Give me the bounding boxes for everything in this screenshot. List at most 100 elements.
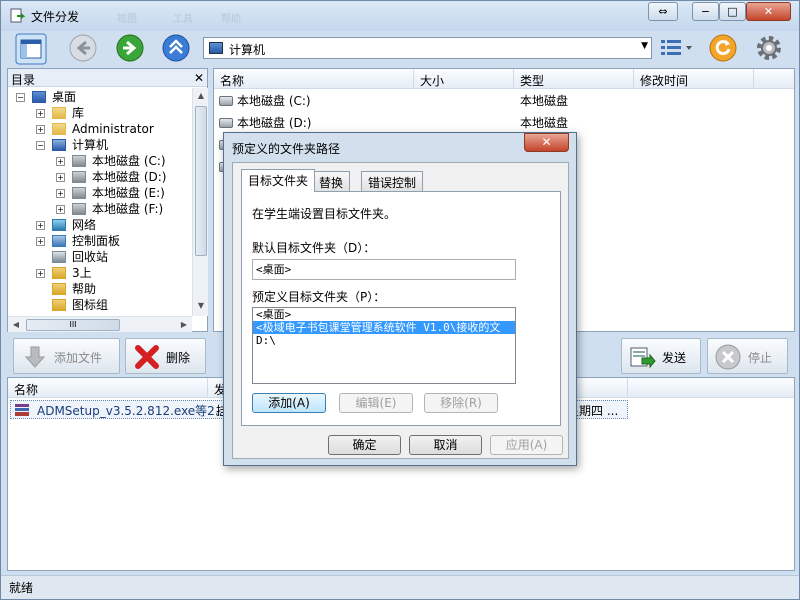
dialog-close-button[interactable]: ✕ [524, 133, 569, 152]
stop-label: 停止 [748, 351, 773, 365]
file-row[interactable]: 本地磁盘 (C:) 本地磁盘 [214, 92, 754, 110]
library-icon [52, 107, 66, 119]
up-level-icon[interactable] [162, 34, 190, 62]
queue-file-name: ADMSetup_v3.5.2.812.exe等2... [37, 404, 227, 418]
send-icon [630, 347, 656, 369]
tree-expander-icon[interactable]: + [36, 237, 45, 246]
tree-expander-icon[interactable]: − [16, 93, 25, 102]
add-file-button[interactable]: 添加文件 [13, 338, 120, 374]
default-folder-field[interactable]: <桌面> [252, 259, 516, 280]
drive-icon [72, 171, 86, 183]
queue-column-name[interactable]: 名称 [8, 378, 208, 398]
stop-button[interactable]: 停止 [707, 338, 788, 374]
folder-icon [52, 299, 66, 311]
predefined-folder-dialog: 预定义的文件夹路径 ✕ 目标文件夹 替换 错误控制 在学生端设置目标文件夹。 默… [223, 132, 577, 466]
chevron-down-icon[interactable]: ▼ [641, 41, 648, 51]
address-bar[interactable]: 计算机 ▼ [203, 37, 652, 59]
file-row[interactable]: 本地磁盘 (D:) 本地磁盘 [214, 114, 754, 132]
ghost-tab-1: 视图 [117, 14, 137, 25]
down-arrow-icon [24, 346, 46, 368]
drive-icon [219, 96, 233, 106]
scroll-left-icon[interactable]: ◀ [8, 317, 24, 333]
directory-title: 目录 [11, 73, 36, 87]
tree-horizontal-scrollbar[interactable]: ◀ III ▶ [8, 316, 192, 332]
refresh-icon[interactable] [709, 34, 737, 62]
queue-column-filler [628, 378, 794, 398]
tree-vertical-scrollbar[interactable]: ▲ ▼ [192, 88, 208, 316]
column-header-modified[interactable]: 修改时间 [634, 69, 754, 89]
column-header-type[interactable]: 类型 [514, 69, 634, 89]
cancel-button[interactable]: 取消 [409, 435, 482, 455]
scroll-thumb[interactable]: III [26, 319, 120, 331]
forward-icon[interactable] [116, 34, 144, 62]
tab-replace[interactable]: 替换 [312, 171, 351, 191]
panel-toggle-icon[interactable] [15, 33, 47, 65]
add-button[interactable]: 添加(A) [252, 393, 326, 413]
tree-item-label: 本地磁盘 (D:) [92, 170, 167, 184]
delete-label: 删除 [166, 351, 191, 365]
scroll-thumb[interactable] [195, 106, 207, 256]
predefined-folder-item[interactable]: <极域电子书包课堂管理系统软件 V1.0\接收的文 [253, 321, 515, 334]
tab-error-control[interactable]: 错误控制 [361, 171, 424, 191]
tree-expander-icon[interactable]: + [56, 157, 65, 166]
archive-icon [15, 404, 29, 416]
tree-item-label: 控制面板 [72, 234, 121, 248]
restore-arrows-button[interactable]: ⇔ [648, 2, 678, 21]
tab-page-target-folder: 在学生端设置目标文件夹。 默认目标文件夹（D）： <桌面> 预定义目标文件夹（P… [241, 191, 561, 426]
tab-target-folder[interactable]: 目标文件夹 [241, 169, 316, 192]
drive-icon [72, 187, 86, 199]
tree-item-label: 回收站 [72, 250, 109, 264]
intro-text: 在学生端设置目标文件夹。 [252, 207, 397, 221]
tree-expander-icon[interactable]: + [36, 109, 45, 118]
file-type: 本地磁盘 [520, 94, 569, 108]
desktop-icon [32, 91, 46, 103]
system-drive-icon [72, 155, 86, 167]
ghost-tab-3: 帮助 [221, 14, 241, 25]
scroll-down-icon[interactable]: ▼ [193, 298, 209, 314]
predefined-folder-item[interactable]: <桌面> [253, 308, 515, 321]
back-icon[interactable] [69, 34, 97, 62]
delete-x-icon [135, 345, 159, 369]
add-file-label: 添加文件 [54, 351, 103, 365]
apply-button[interactable]: 应用(A) [490, 435, 563, 455]
close-icon[interactable]: ✕ [194, 71, 204, 85]
tree-item-label: 计算机 [72, 138, 109, 152]
column-header-name[interactable]: 名称 [214, 69, 414, 89]
file-name: 本地磁盘 (D:) [237, 116, 312, 130]
predefined-folder-item[interactable]: D:\ [253, 334, 515, 347]
minimize-button[interactable]: − [692, 2, 719, 21]
directory-header: 目录 ✕ [8, 69, 207, 87]
predefined-folder-list[interactable]: <桌面> <极域电子书包课堂管理系统软件 V1.0\接收的文 D:\ [252, 307, 516, 384]
tree-expander-icon[interactable]: − [36, 141, 45, 150]
column-header-size[interactable]: 大小 [414, 69, 514, 89]
tree-expander-icon[interactable]: + [36, 269, 45, 278]
tree-expander-icon[interactable]: + [36, 125, 45, 134]
gear-icon[interactable] [755, 34, 783, 62]
view-mode-icon[interactable] [661, 39, 695, 57]
edit-button[interactable]: 编辑(E) [339, 393, 413, 413]
maximize-button[interactable]: □ [719, 2, 746, 21]
tree-expander-icon[interactable]: + [56, 173, 65, 182]
control-panel-icon [52, 235, 66, 247]
close-button[interactable]: ✕ [746, 2, 791, 21]
file-type: 本地磁盘 [520, 116, 569, 130]
delete-button[interactable]: 删除 [125, 338, 206, 374]
tree-item-label: 本地磁盘 (F:) [92, 202, 164, 216]
remove-button[interactable]: 移除(R) [424, 393, 498, 413]
computer-icon [209, 42, 223, 54]
directory-panel: 目录 ✕ − 桌面 + 库 + Administrator − 计算机 + 本地磁盘 (C:) + 本… [7, 68, 208, 332]
tree-expander-icon[interactable]: + [56, 189, 65, 198]
scroll-right-icon[interactable]: ▶ [176, 317, 192, 333]
ok-button[interactable]: 确定 [328, 435, 401, 455]
send-button[interactable]: 发送 [621, 338, 701, 374]
drive-icon [219, 118, 233, 128]
tree-item-label: 本地磁盘 (E:) [92, 186, 165, 200]
tree-expander-icon[interactable]: + [56, 205, 65, 214]
dialog-body: 目标文件夹 替换 错误控制 在学生端设置目标文件夹。 默认目标文件夹（D）： <… [232, 162, 569, 459]
folder-icon [52, 267, 66, 279]
tree-item-label: 桌面 [52, 90, 77, 104]
tree-expander-icon[interactable]: + [36, 221, 45, 230]
scroll-up-icon[interactable]: ▲ [193, 88, 209, 104]
tree-item-label: 本地磁盘 (C:) [92, 154, 166, 168]
dialog-title: 预定义的文件夹路径 [232, 142, 341, 156]
